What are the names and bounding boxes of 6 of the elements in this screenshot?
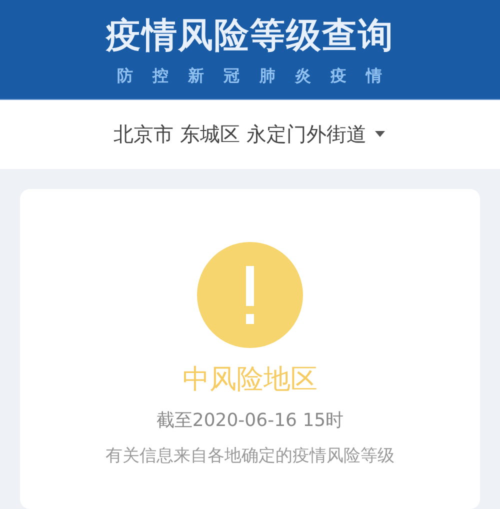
risk-level: 中风险地区: [182, 363, 318, 397]
app-title: 疫情风险等级查询: [106, 15, 394, 58]
caret-icon: [374, 130, 386, 138]
update-time: 截至2020-06-16 15时: [156, 409, 344, 432]
source-note: 有关信息来自各地确定的疫情风险等级: [106, 445, 394, 467]
app-subtitle: 防 控 新 冠 肺 炎 疫 情: [117, 66, 383, 87]
